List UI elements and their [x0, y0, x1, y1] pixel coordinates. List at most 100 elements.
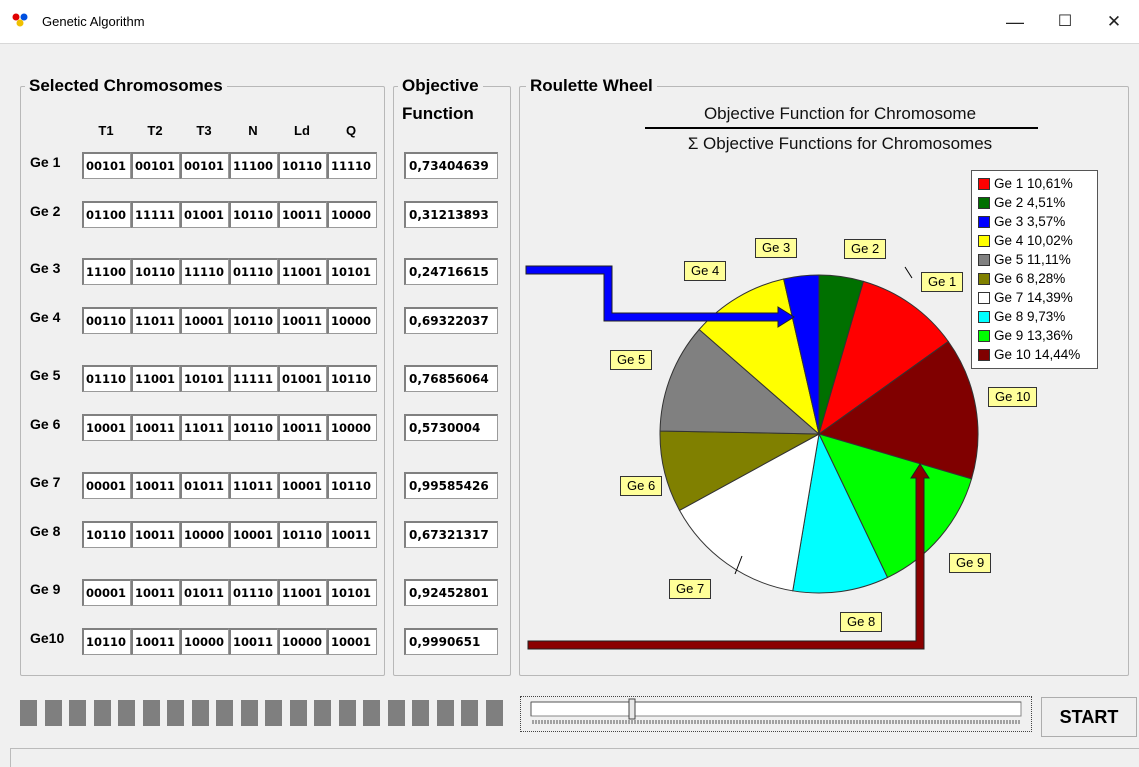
gene-field[interactable]: 11011: [180, 414, 229, 441]
gene-field[interactable]: 10011: [131, 472, 180, 499]
gene-field[interactable]: 10110: [327, 365, 377, 392]
gene-field[interactable]: 11001: [131, 365, 180, 392]
progress-segment: [314, 700, 331, 726]
gene-field[interactable]: 10110: [229, 201, 278, 228]
legend-swatch: [978, 254, 990, 266]
gene-field[interactable]: 11001: [278, 579, 327, 606]
gene-field[interactable]: 10000: [180, 628, 229, 655]
gene-field[interactable]: 10110: [229, 307, 278, 334]
gene-field[interactable]: 00001: [82, 579, 131, 606]
objective-value-field[interactable]: 0,99585426: [404, 472, 498, 499]
gene-field[interactable]: 10001: [278, 472, 327, 499]
gene-field[interactable]: 11111: [131, 201, 180, 228]
gene-field[interactable]: 01100: [82, 201, 131, 228]
gene-field[interactable]: 10110: [278, 152, 327, 179]
slice-label: Ge 3: [755, 238, 798, 258]
chromosome-label: Ge 6: [30, 416, 61, 432]
maximize-button[interactable]: ☐: [1054, 12, 1076, 32]
start-button[interactable]: START: [1041, 697, 1137, 737]
gene-field[interactable]: 11100: [82, 258, 131, 285]
objective-value-field[interactable]: 0,24716615: [404, 258, 498, 285]
chromosome-label: Ge10: [30, 630, 65, 646]
gene-field[interactable]: 11111: [229, 365, 278, 392]
gene-field[interactable]: 10001: [82, 414, 131, 441]
gene-field[interactable]: 10101: [327, 258, 377, 285]
gene-field[interactable]: 11100: [229, 152, 278, 179]
gene-field[interactable]: 10110: [278, 521, 327, 548]
legend-label: Ge 1 10,61%: [994, 176, 1073, 191]
gene-field[interactable]: 00101: [82, 152, 131, 179]
legend-swatch: [978, 235, 990, 247]
slice-label: Ge 1: [921, 272, 964, 292]
gene-field[interactable]: 10110: [327, 472, 377, 499]
objective-value-field[interactable]: 0,31213893: [404, 201, 498, 228]
gene-field[interactable]: 11011: [131, 307, 180, 334]
gene-field[interactable]: 10011: [131, 579, 180, 606]
gene-field[interactable]: 00101: [131, 152, 180, 179]
gene-field[interactable]: 10110: [131, 258, 180, 285]
objective-value-field[interactable]: 0,92452801: [404, 579, 498, 606]
objective-value-field[interactable]: 0,67321317: [404, 521, 498, 548]
gene-field[interactable]: 10011: [327, 521, 377, 548]
close-button[interactable]: ✕: [1103, 12, 1125, 32]
gene-field[interactable]: 10001: [327, 628, 377, 655]
objective-value-field[interactable]: 0,73404639: [404, 152, 498, 179]
gene-field[interactable]: 10011: [131, 414, 180, 441]
gene-field[interactable]: 00001: [82, 472, 131, 499]
objective-title-line1: Objective: [398, 76, 483, 96]
legend-label: Ge 8 9,73%: [994, 309, 1066, 324]
progress-segment: [20, 700, 37, 726]
gene-field[interactable]: 10001: [180, 307, 229, 334]
minimize-button[interactable]: —: [1004, 12, 1026, 32]
gene-field[interactable]: 10000: [327, 201, 377, 228]
gene-field[interactable]: 00101: [180, 152, 229, 179]
progress-segment: [338, 700, 356, 726]
gene-field[interactable]: 10110: [82, 521, 131, 548]
objective-value-field[interactable]: 0,9990651: [404, 628, 498, 655]
objective-value-field[interactable]: 0,69322037: [404, 307, 498, 334]
gene-field[interactable]: 10011: [131, 521, 180, 548]
gene-field[interactable]: 10000: [327, 307, 377, 334]
gene-field[interactable]: 00110: [82, 307, 131, 334]
gene-field[interactable]: 01011: [180, 579, 229, 606]
chromosome-label: Ge 1: [30, 154, 61, 170]
formula-numerator: Objective Function for Chromosome: [703, 104, 977, 123]
chromosome-label: Ge 8: [30, 523, 61, 539]
gene-field[interactable]: 01001: [278, 365, 327, 392]
gene-field[interactable]: 10110: [82, 628, 131, 655]
gene-field[interactable]: 11110: [180, 258, 229, 285]
gene-field[interactable]: 10011: [278, 201, 327, 228]
gene-field[interactable]: 10011: [229, 628, 278, 655]
objective-value-field[interactable]: 0,5730004: [404, 414, 498, 441]
gene-field[interactable]: 01011: [180, 472, 229, 499]
gene-field[interactable]: 01110: [82, 365, 131, 392]
progress-segment: [485, 700, 503, 726]
legend-swatch: [978, 273, 990, 285]
gene-field[interactable]: 10000: [180, 521, 229, 548]
gene-field[interactable]: 10001: [229, 521, 278, 548]
gene-field[interactable]: 01110: [229, 579, 278, 606]
gene-field[interactable]: 11011: [229, 472, 278, 499]
gene-field[interactable]: 10011: [278, 414, 327, 441]
gene-field[interactable]: 10101: [327, 579, 377, 606]
slider-track[interactable]: [521, 697, 1031, 731]
gene-field[interactable]: 01001: [180, 201, 229, 228]
gene-field[interactable]: 11001: [278, 258, 327, 285]
gene-field[interactable]: 10101: [180, 365, 229, 392]
speed-slider[interactable]: [520, 696, 1032, 732]
legend-label: Ge 3 3,57%: [994, 214, 1066, 229]
progress-segment: [387, 700, 405, 726]
chromosome-label: Ge 4: [30, 309, 61, 325]
gene-field[interactable]: 10110: [229, 414, 278, 441]
legend-swatch: [978, 197, 990, 209]
legend-label: Ge 4 10,02%: [994, 233, 1073, 248]
gene-field[interactable]: 10000: [327, 414, 377, 441]
gene-field[interactable]: 10000: [278, 628, 327, 655]
gene-field[interactable]: 10011: [278, 307, 327, 334]
gene-field[interactable]: 11110: [327, 152, 377, 179]
slider-thumb: [628, 698, 636, 720]
objective-value-field[interactable]: 0,76856064: [404, 365, 498, 392]
gene-field[interactable]: 10011: [131, 628, 180, 655]
legend-swatch: [978, 216, 990, 228]
gene-field[interactable]: 01110: [229, 258, 278, 285]
